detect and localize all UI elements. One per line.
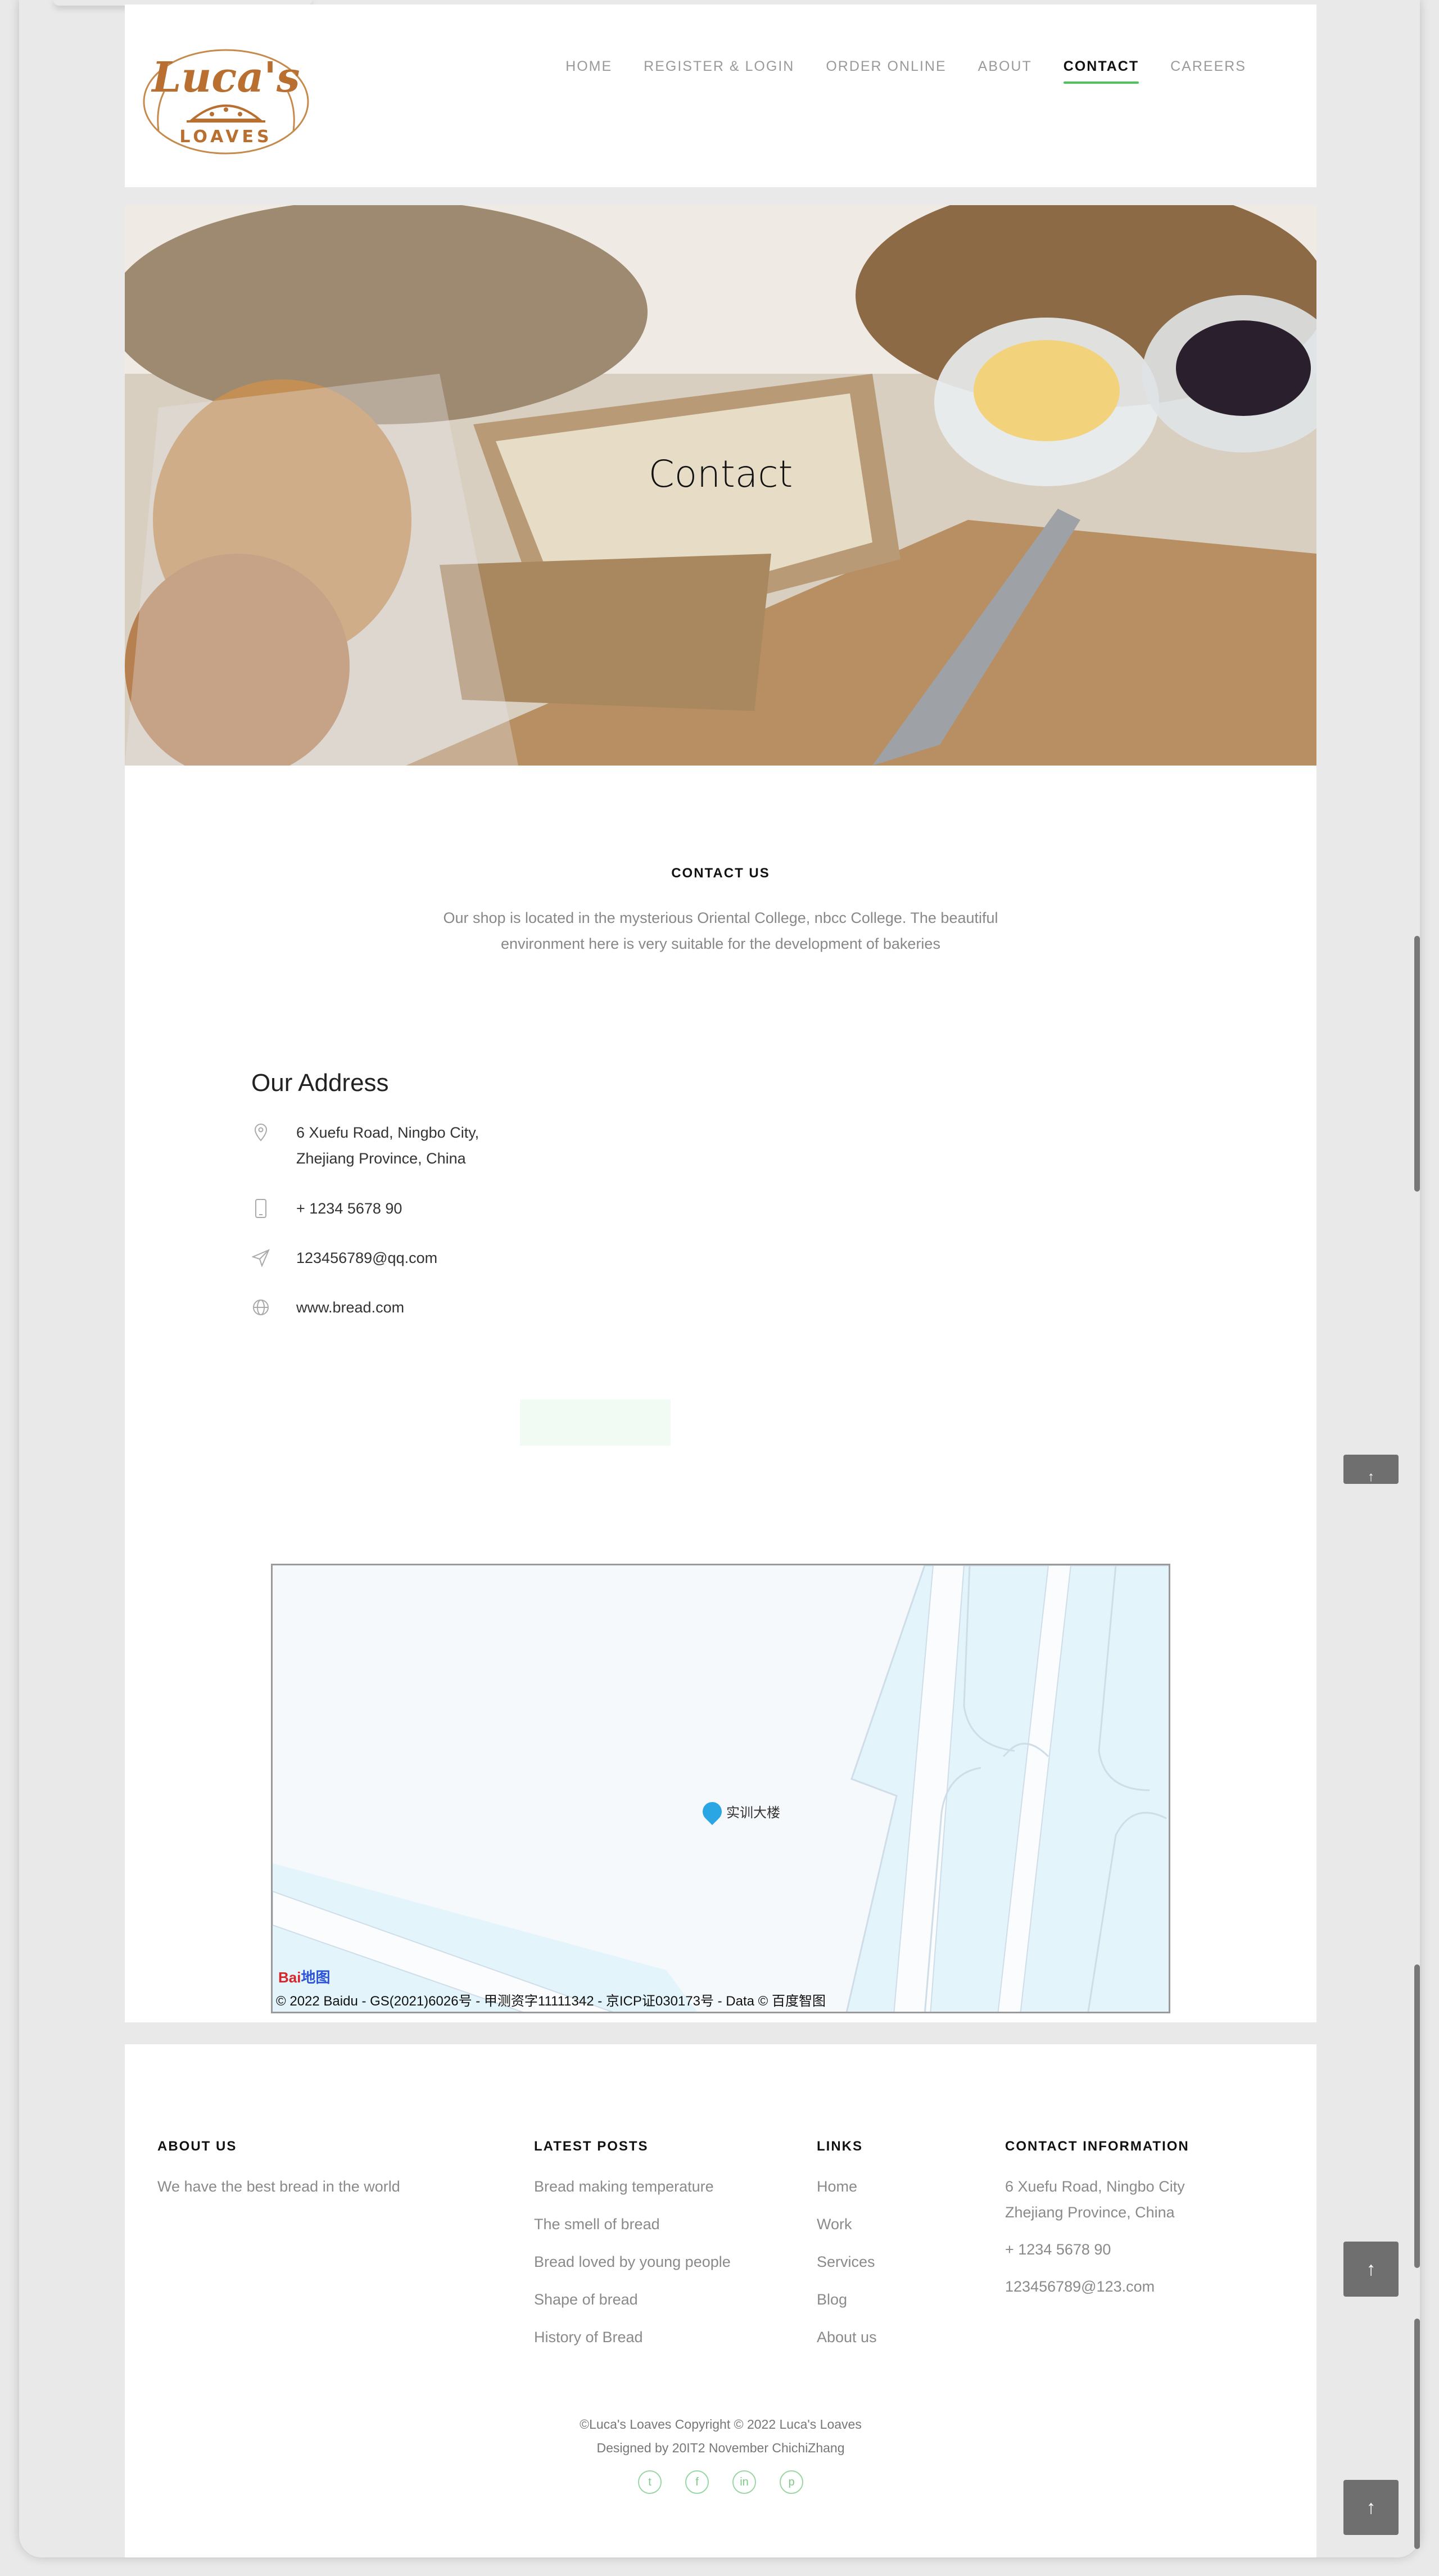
nav-home[interactable]: HOME bbox=[565, 58, 612, 84]
brand-logo[interactable]: Luca's LOAVES bbox=[142, 35, 310, 162]
footer-info-phone: + 1234 5678 90 bbox=[1005, 2241, 1111, 2258]
back-to-top-button[interactable]: ↑ bbox=[1343, 1455, 1399, 1484]
baidu-logo-text: Bai bbox=[278, 1969, 301, 1986]
pinterest-icon[interactable]: p bbox=[780, 2470, 803, 2494]
footer-link-blog[interactable]: Blog bbox=[817, 2287, 877, 2312]
map-pin-icon bbox=[251, 1120, 270, 1146]
site-header: Luca's LOAVES HOME REGISTER & LOGIN ORDE… bbox=[125, 4, 1316, 187]
footer-post-link[interactable]: Shape of bread bbox=[534, 2287, 731, 2312]
arrow-up-icon: ↑ bbox=[1366, 2258, 1376, 2280]
footer-link-home[interactable]: Home bbox=[817, 2174, 877, 2199]
footer-links: LINKS Home Work Services Blog About us bbox=[817, 2139, 877, 2362]
footer-post-link[interactable]: Bread making temperature bbox=[534, 2174, 731, 2199]
nav-order-online[interactable]: ORDER ONLINE bbox=[826, 58, 946, 84]
contact-heading: CONTACT US bbox=[671, 866, 770, 881]
copyright-line-1: ©Luca's Loaves Copyright © 2022 Luca's L… bbox=[580, 2417, 862, 2432]
footer-post-link[interactable]: History of Bread bbox=[534, 2324, 731, 2350]
baidu-logo-suffix: 地图 bbox=[301, 1969, 331, 1986]
address-title: Our Address bbox=[251, 1069, 389, 1097]
footer-link-about-us[interactable]: About us bbox=[817, 2324, 877, 2350]
footer-info-email[interactable]: 123456789@123.com bbox=[1005, 2274, 1189, 2299]
scrollbar-thumb-1[interactable] bbox=[1414, 936, 1420, 1192]
phone-icon bbox=[251, 1196, 270, 1221]
address-row: 6 Xuefu Road, Ningbo City, Zhejiang Prov… bbox=[251, 1120, 479, 1171]
twitter-icon[interactable]: t bbox=[638, 2470, 662, 2494]
contact-intro: Our shop is located in the mysterious Or… bbox=[443, 909, 998, 952]
footer-link-services[interactable]: Services bbox=[817, 2249, 877, 2275]
hero-banner: Contact bbox=[125, 205, 1316, 766]
nav-contact[interactable]: CONTACT bbox=[1063, 58, 1139, 84]
arrow-up-icon: ↑ bbox=[1366, 2496, 1376, 2518]
footer-latest-posts: LATEST POSTS Bread making temperature Th… bbox=[534, 2139, 731, 2362]
send-icon bbox=[251, 1245, 270, 1271]
address-line-1: 6 Xuefu Road, Ningbo City, bbox=[296, 1124, 479, 1141]
scrollbar-thumb-3[interactable] bbox=[1414, 2319, 1420, 2549]
scrollbar-thumb-2[interactable] bbox=[1414, 1964, 1420, 2268]
map-poi-label: 实训大楼 bbox=[726, 1805, 780, 1821]
footer-about-title: ABOUT US bbox=[157, 2139, 237, 2154]
footer-link-work[interactable]: Work bbox=[817, 2211, 877, 2237]
website-text[interactable]: www.bread.com bbox=[296, 1294, 404, 1320]
facebook-icon[interactable]: f bbox=[685, 2470, 709, 2494]
email-row: 123456789@qq.com bbox=[251, 1245, 437, 1271]
footer-links-title: LINKS bbox=[817, 2139, 863, 2154]
website-row: www.bread.com bbox=[251, 1294, 404, 1320]
footer-post-link[interactable]: Bread loved by young people bbox=[534, 2249, 731, 2275]
footer-about: ABOUT US We have the best bread in the w… bbox=[157, 2139, 400, 2199]
send-message-button[interactable] bbox=[520, 1400, 671, 1446]
phone-row: + 1234 5678 90 bbox=[251, 1196, 402, 1221]
footer-about-text: We have the best bread in the world bbox=[157, 2178, 400, 2195]
nav-careers[interactable]: CAREERS bbox=[1170, 58, 1246, 84]
arrow-up-icon: ↑ bbox=[1368, 1469, 1374, 1484]
page-title: Contact bbox=[648, 452, 793, 496]
map-pin-marker-icon bbox=[698, 1798, 726, 1825]
nav-register-login[interactable]: REGISTER & LOGIN bbox=[644, 58, 794, 84]
linkedin-icon[interactable]: in bbox=[732, 2470, 756, 2494]
map-copyright: © 2022 Baidu - GS(2021)6026号 - 甲测资字11111… bbox=[276, 1994, 826, 2009]
logo-script-text: Luca's bbox=[151, 53, 300, 102]
email-text[interactable]: 123456789@qq.com bbox=[296, 1245, 437, 1271]
main-nav: HOME REGISTER & LOGIN ORDER ONLINE ABOUT… bbox=[565, 58, 1246, 84]
logo-loaves-text: LOAVES bbox=[179, 127, 272, 147]
footer-info-address-1: 6 Xuefu Road, Ningbo City bbox=[1005, 2178, 1185, 2195]
baidu-logo[interactable]: Bai地图 bbox=[278, 1966, 330, 1987]
footer-posts-title: LATEST POSTS bbox=[534, 2139, 649, 2154]
footer-copyright: ©Luca's Loaves Copyright © 2022 Luca's L… bbox=[125, 2412, 1316, 2460]
back-to-top-button[interactable]: ↑ bbox=[1343, 2242, 1399, 2297]
footer-info-address-2: Zhejiang Province, China bbox=[1005, 2204, 1175, 2221]
globe-icon bbox=[251, 1294, 270, 1320]
nav-about[interactable]: ABOUT bbox=[978, 58, 1032, 84]
map-poi-marker[interactable]: 实训大楼 bbox=[698, 1798, 780, 1825]
contact-section: CONTACT US Our shop is located in the my… bbox=[125, 766, 1316, 2022]
back-to-top-button[interactable]: ↑ bbox=[1343, 2480, 1399, 2535]
footer-post-link[interactable]: The smell of bread bbox=[534, 2211, 731, 2237]
social-links: t f in p bbox=[125, 2470, 1316, 2494]
address-line-2: Zhejiang Province, China bbox=[296, 1150, 466, 1167]
baidu-map[interactable]: 实训大楼 Bai地图 © 2022 Baidu - GS(2021)6026号 … bbox=[271, 1564, 1170, 2013]
footer-info-title: CONTACT INFORMATION bbox=[1005, 2139, 1189, 2154]
copyright-line-2: Designed by 20IT2 November ChichiZhang bbox=[596, 2441, 845, 2455]
site-footer: ABOUT US We have the best bread in the w… bbox=[125, 2044, 1316, 2557]
footer-contact-info: CONTACT INFORMATION 6 Xuefu Road, Ningbo… bbox=[1005, 2139, 1189, 2299]
map-tiles bbox=[273, 1565, 1169, 2012]
phone-text: + 1234 5678 90 bbox=[296, 1200, 402, 1217]
